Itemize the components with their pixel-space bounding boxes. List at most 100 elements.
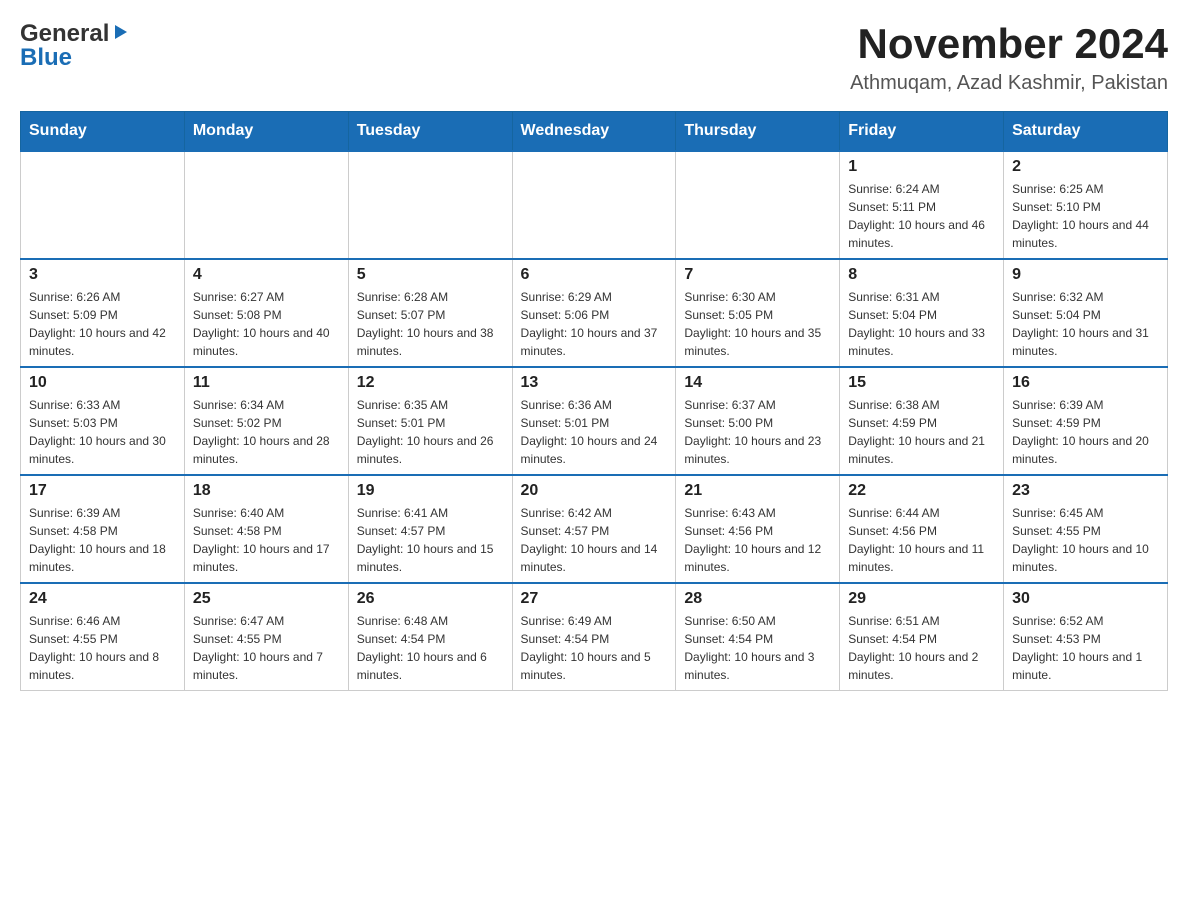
day-number: 29 (848, 590, 995, 608)
calendar-cell: 15 Sunrise: 6:38 AM Sunset: 4:59 PM Dayli… (840, 367, 1004, 475)
day-info: Sunrise: 6:42 AM Sunset: 4:57 PM Dayligh… (521, 504, 668, 576)
day-number: 12 (357, 374, 504, 392)
day-number: 5 (357, 266, 504, 284)
day-number: 19 (357, 482, 504, 500)
day-number: 25 (193, 590, 340, 608)
calendar-cell: 13 Sunrise: 6:36 AM Sunset: 5:01 PM Dayli… (512, 367, 676, 475)
day-number: 9 (1012, 266, 1159, 284)
calendar-cell: 27 Sunrise: 6:49 AM Sunset: 4:54 PM Dayli… (512, 583, 676, 691)
day-info: Sunrise: 6:46 AM Sunset: 4:55 PM Dayligh… (29, 612, 176, 684)
day-number: 16 (1012, 374, 1159, 392)
calendar-header-row: Sunday Monday Tuesday Wednesday Thursday… (21, 112, 1168, 152)
day-info: Sunrise: 6:49 AM Sunset: 4:54 PM Dayligh… (521, 612, 668, 684)
day-number: 17 (29, 482, 176, 500)
day-number: 3 (29, 266, 176, 284)
calendar-cell: 25 Sunrise: 6:47 AM Sunset: 4:55 PM Dayli… (184, 583, 348, 691)
calendar-cell: 19 Sunrise: 6:41 AM Sunset: 4:57 PM Dayli… (348, 475, 512, 583)
week-row-1: 1 Sunrise: 6:24 AM Sunset: 5:11 PM Daylig… (21, 151, 1168, 259)
calendar-cell: 28 Sunrise: 6:50 AM Sunset: 4:54 PM Dayli… (676, 583, 840, 691)
day-number: 22 (848, 482, 995, 500)
day-info: Sunrise: 6:32 AM Sunset: 5:04 PM Dayligh… (1012, 288, 1159, 360)
day-info: Sunrise: 6:28 AM Sunset: 5:07 PM Dayligh… (357, 288, 504, 360)
calendar-cell: 18Sunrise: 6:40 AM Sunset: 4:58 PM Dayli… (184, 475, 348, 583)
day-info: Sunrise: 6:40 AM Sunset: 4:58 PM Dayligh… (193, 504, 340, 576)
calendar-cell: 8Sunrise: 6:31 AM Sunset: 5:04 PM Daylig… (840, 259, 1004, 367)
calendar-cell: 4 Sunrise: 6:27 AM Sunset: 5:08 PM Daylig… (184, 259, 348, 367)
calendar-cell: 12 Sunrise: 6:35 AM Sunset: 5:01 PM Dayli… (348, 367, 512, 475)
calendar-cell: 26Sunrise: 6:48 AM Sunset: 4:54 PM Dayli… (348, 583, 512, 691)
day-info: Sunrise: 6:45 AM Sunset: 4:55 PM Dayligh… (1012, 504, 1159, 576)
day-info: Sunrise: 6:48 AM Sunset: 4:54 PM Dayligh… (357, 612, 504, 684)
logo-arrow-icon (111, 23, 129, 46)
day-number: 1 (848, 158, 995, 176)
day-info: Sunrise: 6:24 AM Sunset: 5:11 PM Dayligh… (848, 180, 995, 252)
calendar-cell: 21Sunrise: 6:43 AM Sunset: 4:56 PM Dayli… (676, 475, 840, 583)
day-info: Sunrise: 6:27 AM Sunset: 5:08 PM Dayligh… (193, 288, 340, 360)
calendar-cell (21, 151, 185, 259)
day-number: 27 (521, 590, 668, 608)
calendar-cell: 16 Sunrise: 6:39 AM Sunset: 4:59 PM Dayli… (1004, 367, 1168, 475)
day-number: 30 (1012, 590, 1159, 608)
day-info: Sunrise: 6:30 AM Sunset: 5:05 PM Dayligh… (684, 288, 831, 360)
day-number: 7 (684, 266, 831, 284)
col-tuesday: Tuesday (348, 112, 512, 152)
day-number: 2 (1012, 158, 1159, 176)
day-number: 6 (521, 266, 668, 284)
col-wednesday: Wednesday (512, 112, 676, 152)
col-saturday: Saturday (1004, 112, 1168, 152)
calendar-cell: 24Sunrise: 6:46 AM Sunset: 4:55 PM Dayli… (21, 583, 185, 691)
day-number: 10 (29, 374, 176, 392)
day-number: 15 (848, 374, 995, 392)
day-info: Sunrise: 6:41 AM Sunset: 4:57 PM Dayligh… (357, 504, 504, 576)
day-number: 20 (521, 482, 668, 500)
week-row-2: 3 Sunrise: 6:26 AM Sunset: 5:09 PM Daylig… (21, 259, 1168, 367)
calendar-cell: 29 Sunrise: 6:51 AM Sunset: 4:54 PM Dayli… (840, 583, 1004, 691)
calendar-cell: 20 Sunrise: 6:42 AM Sunset: 4:57 PM Dayli… (512, 475, 676, 583)
day-info: Sunrise: 6:38 AM Sunset: 4:59 PM Dayligh… (848, 396, 995, 468)
logo: General Blue (20, 20, 129, 72)
calendar-cell: 30Sunrise: 6:52 AM Sunset: 4:53 PM Dayli… (1004, 583, 1168, 691)
day-info: Sunrise: 6:51 AM Sunset: 4:54 PM Dayligh… (848, 612, 995, 684)
calendar-cell (676, 151, 840, 259)
col-monday: Monday (184, 112, 348, 152)
day-info: Sunrise: 6:50 AM Sunset: 4:54 PM Dayligh… (684, 612, 831, 684)
day-number: 11 (193, 374, 340, 392)
calendar-cell: 2 Sunrise: 6:25 AM Sunset: 5:10 PM Daylig… (1004, 151, 1168, 259)
calendar-cell: 3 Sunrise: 6:26 AM Sunset: 5:09 PM Daylig… (21, 259, 185, 367)
col-thursday: Thursday (676, 112, 840, 152)
day-info: Sunrise: 6:25 AM Sunset: 5:10 PM Dayligh… (1012, 180, 1159, 252)
calendar-cell: 22 Sunrise: 6:44 AM Sunset: 4:56 PM Dayli… (840, 475, 1004, 583)
day-info: Sunrise: 6:26 AM Sunset: 5:09 PM Dayligh… (29, 288, 176, 360)
day-number: 4 (193, 266, 340, 284)
day-number: 13 (521, 374, 668, 392)
page-header: General Blue November 2024 Athmuqam, Aza… (20, 20, 1168, 95)
calendar-cell: 23 Sunrise: 6:45 AM Sunset: 4:55 PM Dayli… (1004, 475, 1168, 583)
day-info: Sunrise: 6:35 AM Sunset: 5:01 PM Dayligh… (357, 396, 504, 468)
title-area: November 2024 Athmuqam, Azad Kashmir, Pa… (850, 20, 1168, 95)
day-number: 23 (1012, 482, 1159, 500)
calendar-cell: 11 Sunrise: 6:34 AM Sunset: 5:02 PM Dayli… (184, 367, 348, 475)
day-info: Sunrise: 6:43 AM Sunset: 4:56 PM Dayligh… (684, 504, 831, 576)
day-info: Sunrise: 6:29 AM Sunset: 5:06 PM Dayligh… (521, 288, 668, 360)
day-info: Sunrise: 6:34 AM Sunset: 5:02 PM Dayligh… (193, 396, 340, 468)
calendar-cell (348, 151, 512, 259)
day-info: Sunrise: 6:39 AM Sunset: 4:58 PM Dayligh… (29, 504, 176, 576)
location-title: Athmuqam, Azad Kashmir, Pakistan (850, 72, 1168, 95)
calendar-cell: 6 Sunrise: 6:29 AM Sunset: 5:06 PM Daylig… (512, 259, 676, 367)
week-row-5: 24Sunrise: 6:46 AM Sunset: 4:55 PM Dayli… (21, 583, 1168, 691)
week-row-4: 17 Sunrise: 6:39 AM Sunset: 4:58 PM Dayli… (21, 475, 1168, 583)
calendar-cell: 7 Sunrise: 6:30 AM Sunset: 5:05 PM Daylig… (676, 259, 840, 367)
day-info: Sunrise: 6:44 AM Sunset: 4:56 PM Dayligh… (848, 504, 995, 576)
calendar-cell: 1 Sunrise: 6:24 AM Sunset: 5:11 PM Daylig… (840, 151, 1004, 259)
col-sunday: Sunday (21, 112, 185, 152)
calendar-cell: 17 Sunrise: 6:39 AM Sunset: 4:58 PM Dayli… (21, 475, 185, 583)
day-number: 28 (684, 590, 831, 608)
day-info: Sunrise: 6:36 AM Sunset: 5:01 PM Dayligh… (521, 396, 668, 468)
month-title: November 2024 (850, 20, 1168, 68)
logo-blue-text: Blue (20, 44, 72, 72)
day-info: Sunrise: 6:39 AM Sunset: 4:59 PM Dayligh… (1012, 396, 1159, 468)
calendar-cell: 9 Sunrise: 6:32 AM Sunset: 5:04 PM Daylig… (1004, 259, 1168, 367)
day-info: Sunrise: 6:47 AM Sunset: 4:55 PM Dayligh… (193, 612, 340, 684)
day-number: 8 (848, 266, 995, 284)
calendar-cell (512, 151, 676, 259)
